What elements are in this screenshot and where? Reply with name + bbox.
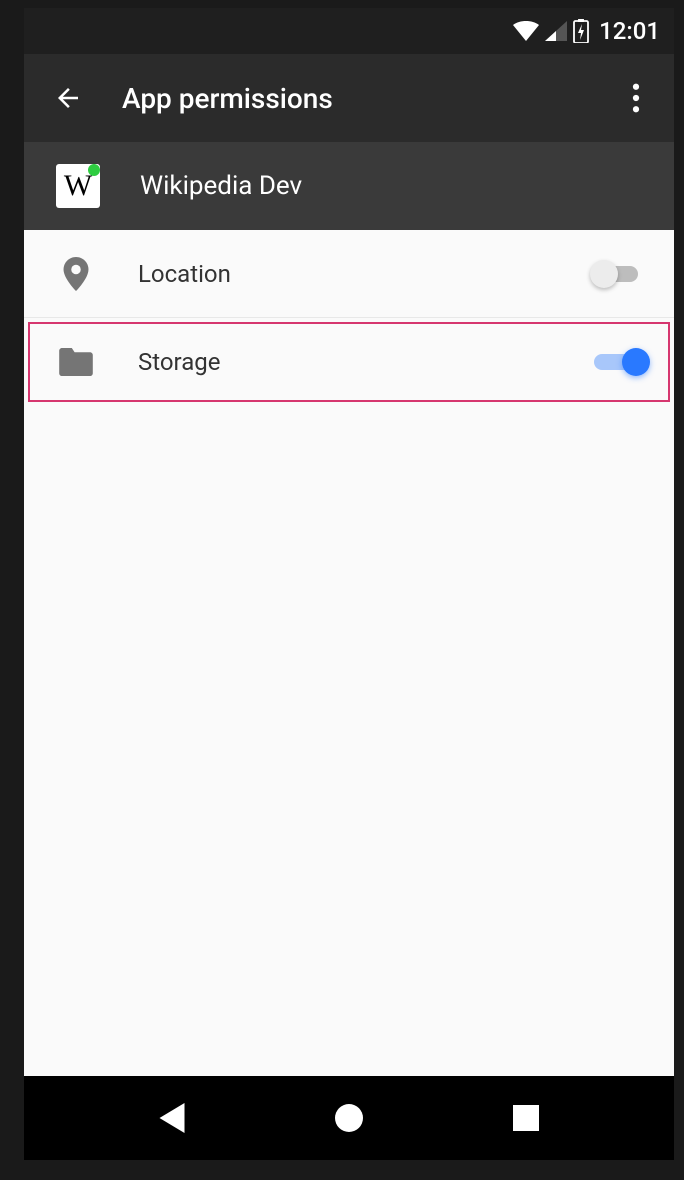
cellular-icon xyxy=(545,21,567,41)
page-title: App permissions xyxy=(122,82,612,115)
app-name: Wikipedia Dev xyxy=(140,171,302,201)
device-frame: 12:01 App permissions W Wikipedia Dev Lo… xyxy=(24,8,674,1160)
nav-recent-button[interactable] xyxy=(496,1088,556,1148)
app-header: W Wikipedia Dev xyxy=(24,142,674,230)
permission-row-location[interactable]: Location xyxy=(24,230,674,318)
wifi-icon xyxy=(513,21,539,41)
more-options-button[interactable] xyxy=(612,74,660,122)
app-bar: App permissions xyxy=(24,54,674,142)
app-icon-letter: W xyxy=(64,169,92,203)
permission-label: Storage xyxy=(138,348,590,376)
app-icon: W xyxy=(56,164,100,208)
nav-home-button[interactable] xyxy=(319,1088,379,1148)
battery-charging-icon xyxy=(573,19,589,43)
status-bar: 12:01 xyxy=(24,8,674,54)
permission-label: Location xyxy=(138,260,590,288)
permission-toggle-location[interactable] xyxy=(590,259,646,289)
navigation-bar xyxy=(24,1076,674,1160)
back-button[interactable] xyxy=(44,74,92,122)
nav-back-button[interactable] xyxy=(142,1088,202,1148)
status-time: 12:01 xyxy=(599,17,660,45)
dev-badge-icon xyxy=(88,164,100,176)
permissions-list: Location Storage xyxy=(24,230,674,1076)
location-icon xyxy=(56,254,96,294)
permission-row-storage[interactable]: Storage xyxy=(24,318,674,406)
folder-icon xyxy=(56,342,96,382)
permission-toggle-storage[interactable] xyxy=(590,347,646,377)
